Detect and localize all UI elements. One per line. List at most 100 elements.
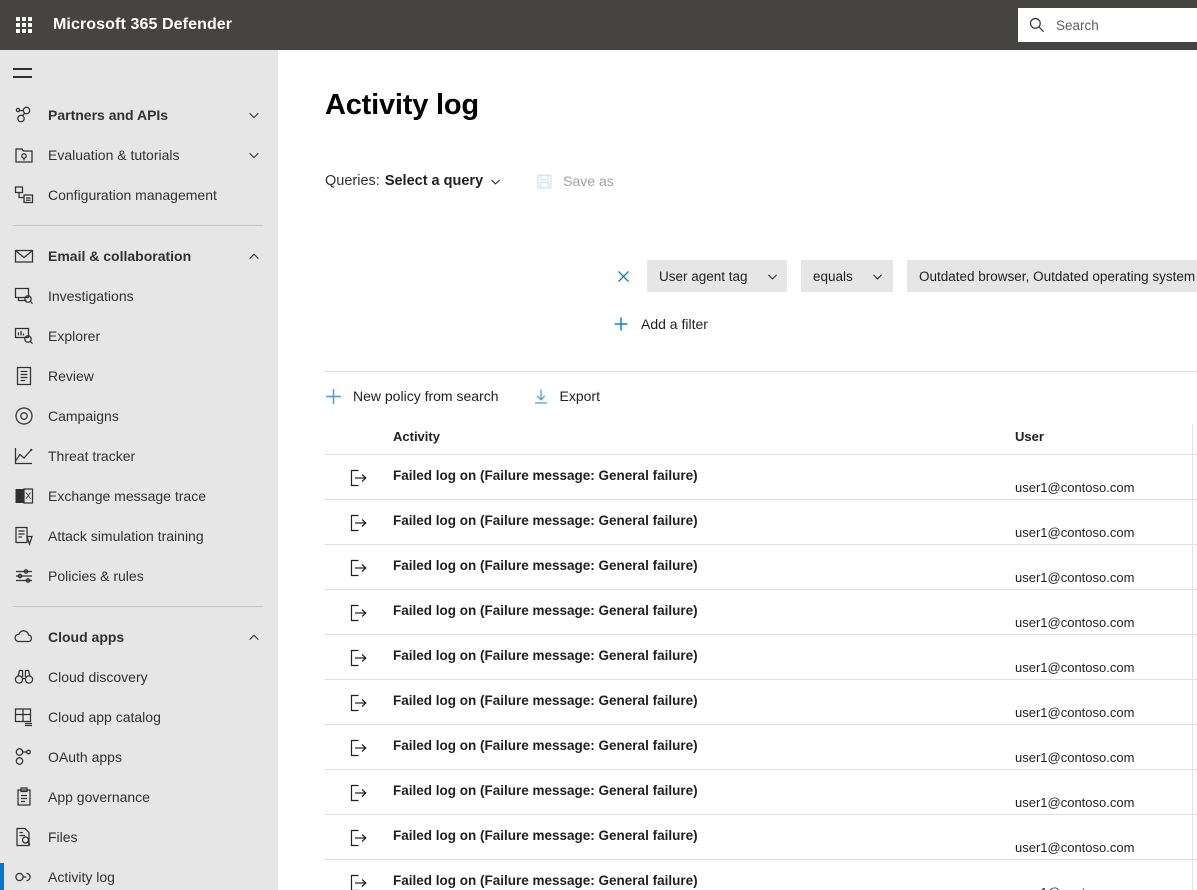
nav-list: Partners and APIsEvaluation & tutorialsC… [0, 95, 278, 890]
search-input[interactable] [1056, 18, 1186, 33]
cell-activity: Failed log on (Failure message: General … [393, 603, 698, 618]
add-filter-label: Add a filter [641, 316, 708, 332]
oauth-apps-icon [13, 746, 35, 768]
sidebar-divider [13, 225, 263, 226]
sidebar-item-label: Email & collaboration [48, 248, 191, 264]
global-search[interactable] [1018, 8, 1197, 42]
filter-value-dropdown[interactable]: Outdated browser, Outdated operating sys… [907, 260, 1197, 292]
cell-activity: Failed log on (Failure message: General … [393, 828, 698, 843]
new-policy-label: New policy from search [353, 388, 499, 404]
table-row[interactable]: Failed log on (Failure message: General … [325, 679, 1197, 724]
cell-activity: Failed log on (Failure message: General … [393, 738, 698, 753]
log-on-arrow-icon [350, 874, 368, 890]
sidebar-item-label: Explorer [48, 328, 100, 344]
investigations-icon [13, 285, 35, 307]
activity-table: Activity User Failed log on (Failure mes… [325, 424, 1197, 890]
top-app-bar: Microsoft 365 Defender [0, 0, 1197, 50]
column-header-activity: Activity [393, 429, 440, 444]
sidebar-item-cloud-app-catalog[interactable]: Cloud app catalog [0, 697, 278, 737]
log-on-arrow-icon [350, 514, 368, 532]
sidebar-item-email-collaboration[interactable]: Email & collaboration [0, 236, 278, 276]
export-label: Export [560, 388, 600, 404]
sidebar-item-explorer[interactable]: Explorer [0, 316, 278, 356]
table-row[interactable]: Failed log on (Failure message: General … [325, 589, 1197, 634]
chevron-down-icon[interactable] [247, 108, 261, 122]
log-on-arrow-icon [350, 559, 368, 577]
table-row[interactable]: Failed log on (Failure message: General … [325, 499, 1197, 544]
review-list-icon [13, 365, 35, 387]
hamburger-menu-icon[interactable] [13, 60, 41, 86]
log-on-arrow-icon [350, 649, 368, 667]
app-launcher-grid-icon [16, 17, 32, 33]
app-launcher-button[interactable] [0, 0, 48, 50]
main-content: Activity log Queries: Select a query Sav… [278, 50, 1197, 890]
table-row[interactable]: Failed log on (Failure message: General … [325, 724, 1197, 769]
log-on-arrow-icon [350, 604, 368, 622]
log-on-arrow-icon [350, 604, 368, 622]
sidebar-item-attack-simulation-training[interactable]: Attack simulation training [0, 516, 278, 556]
explorer-icon [13, 325, 35, 347]
sidebar-item-cloud-discovery[interactable]: Cloud discovery [0, 657, 278, 697]
filter-field-dropdown[interactable]: User agent tag [647, 260, 787, 292]
table-row[interactable]: Failed log on (Failure message: General … [325, 769, 1197, 814]
cloud-icon [13, 626, 35, 648]
queries-row: Queries: Select a query Save as [325, 170, 614, 192]
cell-user: user1@contoso.com [1015, 705, 1134, 720]
table-row[interactable]: Failed log on (Failure message: General … [325, 634, 1197, 679]
cell-activity: Failed log on (Failure message: General … [393, 468, 698, 483]
table-body: Failed log on (Failure message: General … [325, 454, 1197, 890]
cell-user: user1@contoso.com [1015, 750, 1134, 765]
chevron-down-icon[interactable] [247, 148, 261, 162]
sidebar-item-label: App governance [48, 789, 150, 805]
add-filter-button[interactable]: Add a filter [613, 316, 708, 332]
sidebar-item-threat-tracker[interactable]: Threat tracker [0, 436, 278, 476]
plus-icon [325, 388, 342, 405]
sidebar-item-cloud-apps[interactable]: Cloud apps [0, 617, 278, 657]
export-button[interactable]: Export [533, 388, 600, 405]
new-policy-from-search-button[interactable]: New policy from search [325, 388, 499, 405]
query-selector[interactable]: Select a query [385, 173, 483, 189]
chevron-up-icon[interactable] [247, 630, 261, 644]
sidebar-item-partners-and-apis[interactable]: Partners and APIs [0, 95, 278, 135]
sidebar-item-app-governance[interactable]: App governance [0, 777, 278, 817]
search-icon [1028, 16, 1046, 34]
table-row[interactable]: Failed log on (Failure message: General … [325, 544, 1197, 589]
sidebar-item-label: Partners and APIs [48, 107, 168, 123]
log-on-arrow-icon [350, 829, 368, 847]
table-row[interactable]: Failed log on (Failure message: General … [325, 454, 1197, 499]
chevron-up-icon[interactable] [247, 249, 261, 263]
cell-activity: Failed log on (Failure message: General … [393, 648, 698, 663]
log-on-arrow-icon [350, 694, 368, 712]
log-on-arrow-icon [350, 469, 368, 487]
table-row[interactable]: Failed log on (Failure message: General … [325, 814, 1197, 859]
file-search-icon [13, 826, 35, 848]
cell-activity: Failed log on (Failure message: General … [393, 873, 698, 888]
sidebar-item-review[interactable]: Review [0, 356, 278, 396]
sidebar-item-exchange-message-trace[interactable]: XExchange message trace [0, 476, 278, 516]
save-as-button[interactable]: Save as [536, 173, 614, 190]
filter-field-value: User agent tag [659, 269, 748, 284]
sidebar-item-investigations[interactable]: Investigations [0, 276, 278, 316]
policies-rules-sliders-icon [13, 565, 35, 587]
cell-activity: Failed log on (Failure message: General … [393, 693, 698, 708]
filter-value-text: Outdated browser, Outdated operating sys… [919, 269, 1195, 284]
sidebar-item-oauth-apps[interactable]: OAuth apps [0, 737, 278, 777]
sidebar-item-configuration-management[interactable]: Configuration management [0, 175, 278, 215]
remove-filter-button[interactable] [613, 266, 633, 286]
sidebar-item-policies-rules[interactable]: Policies & rules [0, 556, 278, 596]
filter-operator-dropdown[interactable]: equals [801, 260, 893, 292]
sidebar-item-files[interactable]: Files [0, 817, 278, 857]
cell-user: user1@contoso.com [1015, 480, 1134, 495]
sidebar-item-label: Cloud discovery [48, 669, 148, 685]
download-arrow-icon [533, 388, 549, 405]
table-row[interactable]: Failed log on (Failure message: General … [325, 859, 1197, 890]
cell-user: user1@contoso.com [1015, 570, 1134, 585]
chevron-down-icon[interactable] [489, 175, 502, 188]
sidebar-item-evaluation-tutorials[interactable]: Evaluation & tutorials [0, 135, 278, 175]
svg-text:X: X [25, 491, 31, 501]
envelope-icon [13, 245, 35, 267]
sidebar-item-label: Policies & rules [48, 568, 144, 584]
sidebar-item-activity-log[interactable]: Activity log [0, 857, 278, 890]
sidebar-item-campaigns[interactable]: Campaigns [0, 396, 278, 436]
save-disk-icon [536, 173, 553, 190]
